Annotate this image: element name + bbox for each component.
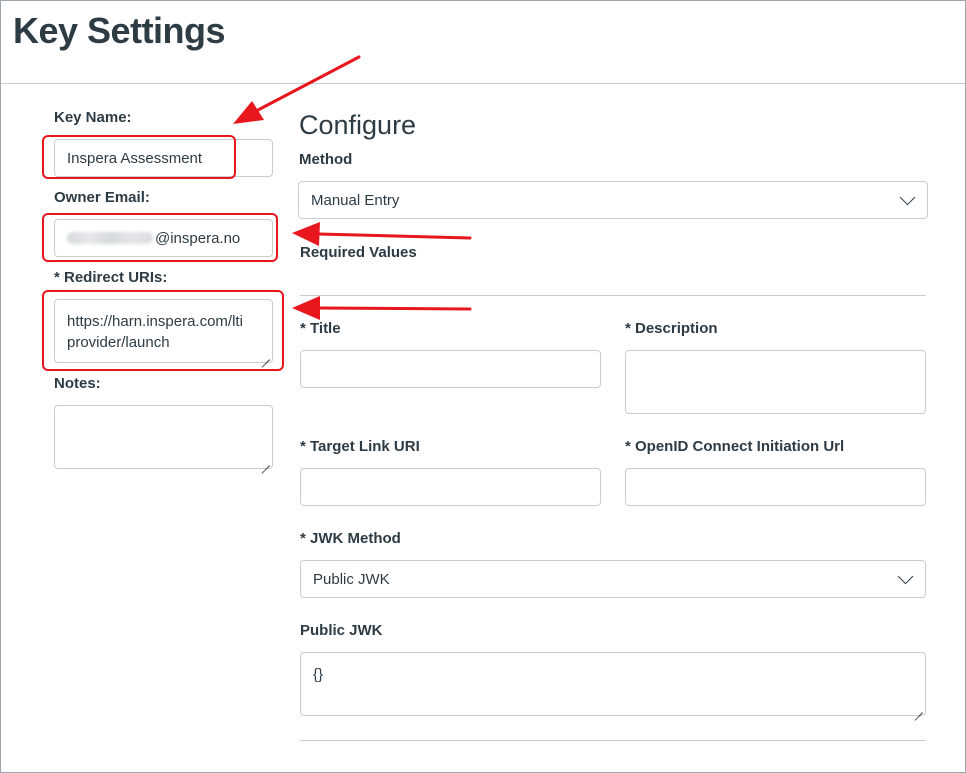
- bottom-divider: [300, 740, 926, 741]
- key-name-label: Key Name:: [54, 109, 132, 126]
- redirect-uris-highlight: [42, 290, 284, 371]
- description-input[interactable]: [625, 350, 926, 414]
- title-divider: [1, 83, 965, 84]
- key-name-highlight: [42, 135, 236, 179]
- method-label: Method: [299, 151, 353, 168]
- jwk-method-label: * JWK Method: [300, 530, 401, 547]
- resize-handle-icon[interactable]: [915, 705, 923, 713]
- description-label: * Description: [625, 320, 718, 337]
- chevron-down-icon: [899, 189, 916, 206]
- chevron-down-icon: [897, 568, 914, 585]
- target-link-uri-label: * Target Link URI: [300, 438, 420, 455]
- title-input[interactable]: [300, 350, 601, 388]
- owner-email-label: Owner Email:: [54, 189, 150, 206]
- owner-email-highlight: [42, 213, 278, 262]
- openid-url-label: * OpenID Connect Initiation Url: [625, 438, 845, 455]
- jwk-method-select[interactable]: Public JWK: [300, 560, 926, 598]
- public-jwk-textarea[interactable]: {}: [300, 652, 926, 716]
- page-title: Key Settings: [13, 10, 226, 51]
- openid-url-input[interactable]: [625, 468, 926, 506]
- public-jwk-label: Public JWK: [300, 622, 383, 639]
- configure-heading: Configure: [299, 110, 417, 140]
- required-values-divider: [300, 295, 926, 296]
- notes-textarea[interactable]: [54, 405, 273, 469]
- method-selected: Manual Entry: [311, 191, 400, 209]
- target-link-uri-input[interactable]: [300, 468, 601, 506]
- notes-label: Notes:: [54, 375, 101, 392]
- redirect-uris-label: * Redirect URIs:: [54, 269, 168, 286]
- title-label: * Title: [300, 320, 341, 337]
- public-jwk-value: {}: [313, 666, 324, 683]
- required-values-label: Required Values: [300, 244, 417, 261]
- method-select[interactable]: Manual Entry: [298, 181, 928, 219]
- jwk-method-selected: Public JWK: [313, 570, 390, 588]
- resize-handle-icon[interactable]: [262, 458, 270, 466]
